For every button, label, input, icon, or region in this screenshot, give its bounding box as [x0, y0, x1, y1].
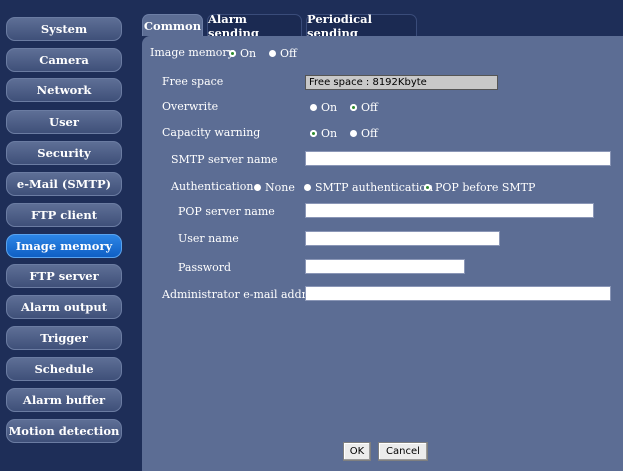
sidebar-item-ftp-server[interactable]: FTP server	[6, 264, 122, 288]
user-name-label: User name	[178, 232, 239, 245]
sidebar-item-user[interactable]: User	[6, 110, 122, 134]
capacity-warning-on-radio[interactable]: On	[310, 127, 337, 140]
overwrite-label: Overwrite	[162, 100, 219, 113]
sidebar-item-camera[interactable]: Camera	[6, 48, 122, 72]
tab-periodical-sending[interactable]: Periodical sending	[306, 12, 417, 40]
image-memory-off-radio[interactable]: Off	[269, 47, 297, 60]
auth-none-label: None	[265, 181, 295, 194]
sidebar-item-security[interactable]: Security	[6, 141, 122, 165]
cancel-button[interactable]: Cancel	[378, 442, 428, 461]
free-space-label: Free space	[162, 75, 224, 88]
password-label: Password	[178, 261, 232, 274]
user-name-input[interactable]	[305, 231, 500, 246]
capacity-warning-on-label: On	[321, 127, 338, 140]
radio-selected-icon	[424, 184, 431, 191]
auth-smtp-label: SMTP authentication	[315, 181, 434, 194]
auth-pop-before-smtp-radio[interactable]: POP before SMTP	[424, 181, 535, 194]
sidebar-item-image-memory[interactable]: Image memory	[6, 234, 122, 258]
radio-unselected-icon	[310, 104, 317, 111]
image-memory-off-label: Off	[280, 47, 297, 60]
radio-unselected-icon	[269, 50, 276, 57]
overwrite-off-label: Off	[361, 101, 378, 114]
radio-unselected-icon	[254, 184, 261, 191]
auth-none-radio[interactable]: None	[254, 181, 295, 194]
sidebar-item-alarm-buffer[interactable]: Alarm buffer	[6, 388, 122, 412]
smtp-server-input[interactable]	[305, 151, 611, 166]
radio-unselected-icon	[350, 130, 357, 137]
image-memory-label: Image memory	[150, 46, 234, 59]
password-input[interactable]	[305, 259, 465, 274]
capacity-warning-off-label: Off	[361, 127, 378, 140]
overwrite-on-label: On	[321, 101, 338, 114]
admin-email-label: Administrator e-mail address	[162, 288, 325, 301]
radio-selected-icon	[229, 50, 236, 57]
auth-smtp-radio[interactable]: SMTP authentication	[304, 181, 433, 194]
radio-selected-icon	[310, 130, 317, 137]
capacity-warning-off-radio[interactable]: Off	[350, 127, 378, 140]
settings-panel: Image memory On Off Free space Free spac…	[142, 36, 623, 471]
tab-alarm-sending[interactable]: Alarm sending	[207, 12, 302, 40]
admin-email-input[interactable]	[305, 286, 611, 301]
sidebar-item-schedule[interactable]: Schedule	[6, 357, 122, 381]
radio-selected-icon	[350, 104, 357, 111]
radio-unselected-icon	[304, 184, 311, 191]
sidebar: System Camera Network User Security e-Ma…	[0, 0, 131, 471]
sidebar-item-motion-detection[interactable]: Motion detection	[6, 419, 122, 443]
auth-pop-before-smtp-label: POP before SMTP	[435, 181, 536, 194]
overwrite-on-radio[interactable]: On	[310, 101, 337, 114]
sidebar-item-system[interactable]: System	[6, 17, 122, 41]
image-memory-on-radio[interactable]: On	[229, 47, 256, 60]
ok-button[interactable]: OK	[343, 442, 371, 461]
sidebar-item-alarm-output[interactable]: Alarm output	[6, 295, 122, 319]
image-memory-on-label: On	[240, 47, 257, 60]
sidebar-item-trigger[interactable]: Trigger	[6, 326, 122, 350]
pop-server-input[interactable]	[305, 203, 594, 218]
capacity-warning-label: Capacity warning	[162, 126, 261, 139]
smtp-server-label: SMTP server name	[171, 153, 278, 166]
overwrite-off-radio[interactable]: Off	[350, 101, 378, 114]
authentication-label: Authentication	[171, 180, 254, 193]
free-space-field: Free space : 8192Kbyte	[305, 75, 498, 90]
sidebar-item-ftp-client[interactable]: FTP client	[6, 203, 122, 227]
pop-server-label: POP server name	[178, 205, 275, 218]
sidebar-item-email-smtp[interactable]: e-Mail (SMTP)	[6, 172, 122, 196]
tab-common[interactable]: Common	[142, 14, 203, 36]
sidebar-item-network[interactable]: Network	[6, 78, 122, 102]
